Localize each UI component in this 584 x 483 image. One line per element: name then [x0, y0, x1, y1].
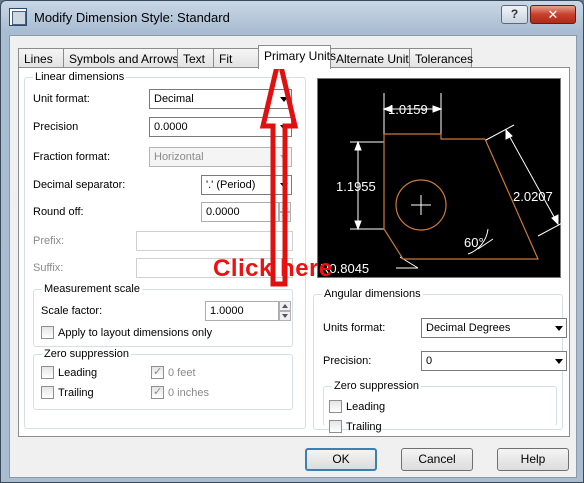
tab-text[interactable]: Text: [177, 48, 214, 68]
tab-fit[interactable]: Fit: [213, 48, 259, 68]
leading-checkbox[interactable]: Leading: [41, 366, 97, 379]
chevron-down-icon: [555, 326, 563, 331]
zero-feet-label: 0 feet: [168, 366, 196, 379]
app-icon: [9, 8, 27, 26]
angular-units-select[interactable]: Decimal Degrees: [421, 318, 567, 338]
preview-angle: 60°: [464, 235, 484, 250]
trailing-label: Trailing: [58, 386, 94, 399]
checkbox-icon[interactable]: [41, 386, 54, 399]
checkbox-icon[interactable]: [41, 366, 54, 379]
scale-factor-spinner[interactable]: [279, 301, 291, 321]
tab-tolerances[interactable]: Tolerances: [409, 48, 473, 68]
round-off-label: Round off:: [33, 206, 84, 218]
spin-up-icon[interactable]: [279, 301, 291, 311]
angular-trailing-label: Trailing: [346, 420, 382, 433]
tab-alternate-units[interactable]: Alternate Units: [330, 48, 415, 68]
linear-dimensions-legend: Linear dimensions: [33, 71, 127, 83]
chevron-down-icon: [555, 359, 563, 364]
preview-drawing: 1.0159 1.1955 2.0207 60° R0.8045: [320, 93, 567, 276]
dimension-preview: 1.0159 1.1955 2.0207 60° R0.8045: [317, 78, 567, 278]
preview-dim-top: 1.0159: [388, 102, 428, 117]
angular-trailing-checkbox[interactable]: Trailing: [329, 420, 382, 433]
click-here-annotation: Click here: [213, 255, 333, 282]
checkbox-icon[interactable]: [41, 326, 54, 339]
prefix-label: Prefix:: [33, 235, 65, 247]
checkbox-icon[interactable]: [329, 400, 342, 413]
fraction-format-value: Horizontal: [154, 151, 204, 163]
cancel-button[interactable]: Cancel: [401, 448, 473, 471]
trailing-checkbox[interactable]: Trailing: [41, 386, 94, 399]
unit-format-label: Unit format:: [33, 93, 90, 105]
angular-precision-label: Precision:: [323, 355, 372, 367]
angular-dimensions-legend: Angular dimensions: [322, 288, 423, 300]
zero-feet-checkbox: 0 feet: [151, 365, 196, 379]
checkbox-checked-icon: [151, 385, 164, 399]
title-help-button[interactable]: ?: [501, 5, 528, 24]
tab-primary-units[interactable]: Primary Units: [258, 45, 336, 69]
leading-label: Leading: [58, 366, 98, 379]
apply-layout-checkbox[interactable]: Apply to layout dimensions only: [41, 326, 212, 339]
spin-down-icon[interactable]: [279, 311, 291, 321]
angular-precision-value: 0: [426, 355, 433, 367]
angular-leading-label: Leading: [346, 400, 386, 413]
units-format-label: Units format:: [323, 322, 386, 334]
preview-dim-right: 2.0207: [513, 189, 553, 204]
scale-factor-label: Scale factor:: [41, 305, 103, 317]
decimal-separator-label: Decimal separator:: [33, 179, 126, 191]
zero-suppression-linear-legend: Zero suppression: [42, 348, 131, 360]
unit-format-value: Decimal: [154, 93, 194, 105]
angular-leading-checkbox[interactable]: Leading: [329, 400, 385, 413]
suffix-label: Suffix:: [33, 262, 64, 274]
tab-symbols-arrows[interactable]: Symbols and Arrows: [63, 48, 178, 68]
decimal-separator-value: '.' (Period): [206, 179, 256, 191]
precision-label: Precision: [33, 121, 79, 133]
zero-inches-label: 0 inches: [168, 386, 209, 399]
ok-button[interactable]: OK: [305, 448, 377, 471]
precision-value: 0.0000: [154, 121, 188, 133]
fraction-format-label: Fraction format:: [33, 151, 111, 163]
window-title: Modify Dimension Style: Standard: [34, 10, 230, 25]
measurement-scale-legend: Measurement scale: [42, 283, 142, 295]
title-bar[interactable]: Modify Dimension Style: Standard ? ✕: [1, 1, 583, 35]
apply-layout-label: Apply to layout dimensions only: [58, 326, 213, 339]
round-off-value: 0.0000: [206, 206, 240, 218]
tab-lines[interactable]: Lines: [18, 48, 64, 68]
checkbox-icon[interactable]: [329, 420, 342, 433]
angular-units-value: Decimal Degrees: [426, 322, 511, 334]
close-icon: ✕: [547, 7, 559, 22]
angular-precision-select[interactable]: 0: [421, 351, 567, 371]
scale-factor-value: 1.0000: [210, 305, 244, 317]
zero-suppression-angular-legend: Zero suppression: [332, 380, 421, 392]
scale-factor-input[interactable]: 1.0000: [205, 301, 279, 321]
zero-suppression-linear-group: Zero suppression: [33, 348, 293, 410]
zero-inches-checkbox: 0 inches: [151, 385, 209, 399]
checkbox-checked-icon: [151, 365, 164, 379]
close-button[interactable]: ✕: [530, 5, 576, 24]
preview-dim-left: 1.1955: [336, 179, 376, 194]
dialog-window: Modify Dimension Style: Standard ? ✕ Lin…: [0, 0, 584, 483]
help-button[interactable]: Help: [497, 448, 569, 471]
